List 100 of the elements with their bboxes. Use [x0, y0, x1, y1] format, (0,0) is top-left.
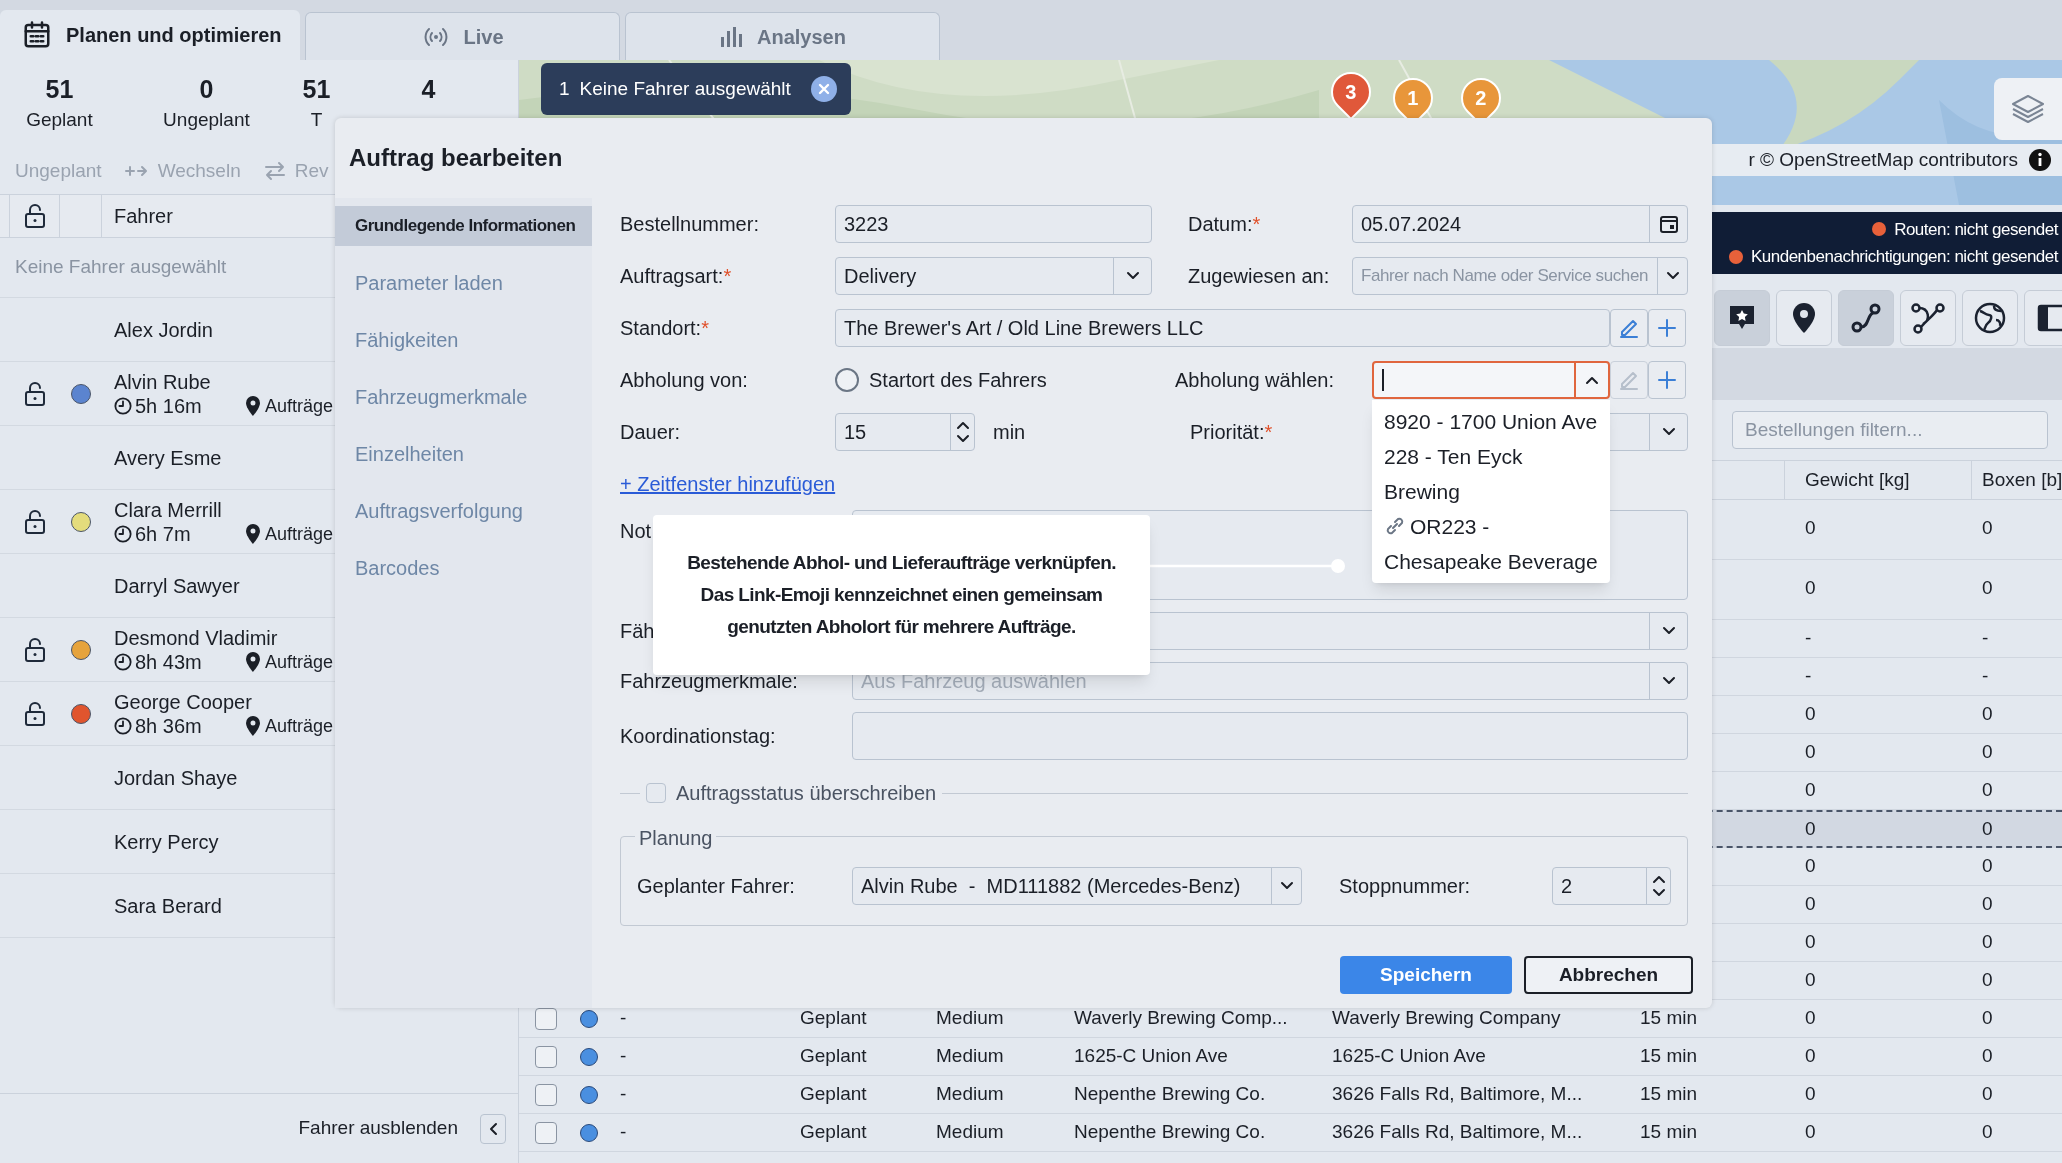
- chevron-down-icon: [1125, 271, 1140, 281]
- dropdown-option[interactable]: OR223 - Chesapeake Beverage: [1372, 509, 1610, 579]
- orders-label: Aufträge: [265, 522, 334, 546]
- date-field[interactable]: 05.07.2024: [1352, 205, 1688, 243]
- dropdown-option[interactable]: 228 - Ten Eyck Brewing: [1372, 439, 1610, 509]
- close-button[interactable]: [810, 76, 837, 102]
- chevron-up-icon: [1585, 375, 1599, 385]
- add-time-window-link[interactable]: + Zeitfenster hinzufügen: [620, 469, 836, 499]
- coordination-day-field[interactable]: [852, 712, 1688, 760]
- table-cell: Medium: [936, 1083, 1004, 1105]
- stat-label: Geplant: [26, 108, 93, 132]
- driver-name: Darryl Sawyer: [114, 573, 240, 598]
- stop-number-field[interactable]: 2: [1552, 867, 1671, 905]
- swap-arrows-icon: [262, 161, 287, 181]
- route-duration: 6h 7m: [135, 521, 192, 546]
- tab[interactable]: Planen und optimieren: [0, 10, 300, 60]
- table-cell: 15 min: [1640, 1045, 1698, 1067]
- table-cell: Geplant: [800, 1083, 867, 1105]
- collapse-button[interactable]: [480, 1113, 506, 1144]
- status-text: Kundenbenachrichtigungen: nicht gesendet: [1750, 246, 2058, 268]
- map-tool-button[interactable]: [1962, 290, 2018, 346]
- cancel-button[interactable]: Abbrechen: [1524, 956, 1693, 994]
- field-label: Fahrzeugmerkmale:: [620, 669, 798, 694]
- override-status-checkbox[interactable]: Auftragsstatus überschreiben: [646, 778, 937, 808]
- unit-label: min: [993, 420, 1026, 445]
- add-button[interactable]: [1648, 361, 1686, 399]
- checkbox[interactable]: [535, 1007, 557, 1030]
- table-cell: 1625-C Union Ave: [1074, 1045, 1228, 1067]
- field-label: Auftragsart:: [620, 264, 724, 289]
- table-cell: -: [1805, 665, 1812, 687]
- order-row[interactable]: - Geplant Medium Nepenthe Brewing Co. 3626 Falls Rd, Baltimore, M... 15 min 0 0: [519, 1076, 2062, 1114]
- globe-icon: [1974, 302, 2006, 334]
- table-cell: 0: [1982, 1007, 1993, 1029]
- clock-icon: [114, 652, 132, 671]
- nav-item[interactable]: Grundlegende Informationen: [335, 206, 592, 246]
- stat-value: 51: [302, 74, 331, 105]
- table-cell: 0: [1982, 1121, 1993, 1143]
- empty-note: Keine Fahrer ausgewählt: [15, 255, 227, 280]
- table-cell: 0: [1982, 855, 1993, 877]
- map-pin-icon: [245, 715, 261, 736]
- planned-driver-select[interactable]: Alvin Rube - MD111882 (Mercedes-Benz): [852, 867, 1302, 905]
- chip-count: 1: [559, 76, 570, 101]
- table-cell: Waverly Brewing Company: [1332, 1007, 1561, 1029]
- table-cell: 0: [1805, 703, 1816, 725]
- add-button[interactable]: [1648, 309, 1686, 347]
- field-label: Datum:: [1188, 212, 1253, 237]
- duration-field[interactable]: 15: [835, 413, 975, 451]
- layers-button[interactable]: [1994, 78, 2062, 140]
- radio-option[interactable]: Startort des Fahrers: [835, 365, 1047, 395]
- map-tool-button[interactable]: [1900, 290, 1956, 346]
- calendar-icon: [1658, 214, 1679, 234]
- map-tool-button[interactable]: [1714, 290, 1770, 346]
- table-cell: 0: [1805, 779, 1816, 801]
- tab[interactable]: Analysen: [625, 12, 940, 60]
- route-duration: 8h 43m: [135, 649, 203, 674]
- table-cell: 0: [1982, 1083, 1993, 1105]
- status-text: Routen: nicht gesendet: [1894, 218, 2058, 241]
- table-cell: -: [1982, 665, 1989, 687]
- plus-icon: [1657, 370, 1677, 390]
- checkbox[interactable]: [535, 1121, 557, 1144]
- route-duration: 5h 16m: [135, 393, 203, 418]
- map-tool-button[interactable]: [1776, 290, 1832, 346]
- edit-button[interactable]: [1610, 309, 1648, 347]
- driver-name: Kerry Percy: [114, 829, 219, 854]
- order-type-select[interactable]: Delivery: [835, 257, 1152, 295]
- order-row[interactable]: - Geplant Medium Nepenthe Brewing Co. 3626 Falls Rd, Baltimore, M... 15 min 0 0: [519, 1114, 2062, 1152]
- chevron-down-icon: [1661, 427, 1676, 437]
- required-mark: *: [723, 264, 732, 289]
- table-cell: Medium: [936, 1121, 1004, 1143]
- table-cell: 0: [1982, 969, 1993, 991]
- pickup-combobox[interactable]: [1372, 361, 1610, 399]
- checkbox[interactable]: [535, 1045, 557, 1068]
- map-pin-icon: [1791, 302, 1817, 334]
- order-number-field[interactable]: 3223: [835, 205, 1152, 243]
- table-cell: 0: [1982, 817, 1993, 839]
- save-button[interactable]: Speichern: [1340, 956, 1512, 994]
- chevron-down-icon: [1279, 881, 1294, 891]
- field-label: Koordinationstag:: [620, 724, 776, 749]
- stat-label: T: [310, 108, 323, 132]
- location-field[interactable]: The Brewer's Art / Old Line Brewers LLC: [835, 309, 1610, 347]
- table-cell: 0: [1982, 779, 1993, 801]
- orders-filter-field[interactable]: Bestellungen filtern...: [1732, 411, 2048, 449]
- chip-label: Keine Fahrer ausgewählt: [579, 76, 791, 101]
- map-pin-icon: [245, 395, 261, 416]
- table-cell: Medium: [936, 1045, 1004, 1067]
- selection-chip[interactable]: 1 Keine Fahrer ausgewählt: [541, 63, 851, 115]
- route-icon: [1850, 302, 1882, 334]
- tab[interactable]: Live: [305, 12, 620, 60]
- field-label: Standort:: [620, 316, 702, 341]
- close-icon: [817, 83, 830, 95]
- field-label: Geplanter Fahrer:: [637, 875, 795, 897]
- dropdown-option[interactable]: 8920 - 1700 Union Ave: [1372, 404, 1610, 439]
- map-tool-button[interactable]: [1838, 290, 1894, 346]
- checkbox[interactable]: [535, 1083, 557, 1106]
- order-row[interactable]: - Geplant Medium 1625-C Union Ave 1625-C Union Ave 15 min 0 0: [519, 1038, 2062, 1076]
- chevron-down-icon: [1661, 676, 1676, 686]
- table-cell: Geplant: [800, 1007, 867, 1029]
- table-cell: 0: [1982, 517, 1993, 538]
- table-cell: -: [1805, 627, 1812, 649]
- table-cell: -: [620, 1121, 627, 1143]
